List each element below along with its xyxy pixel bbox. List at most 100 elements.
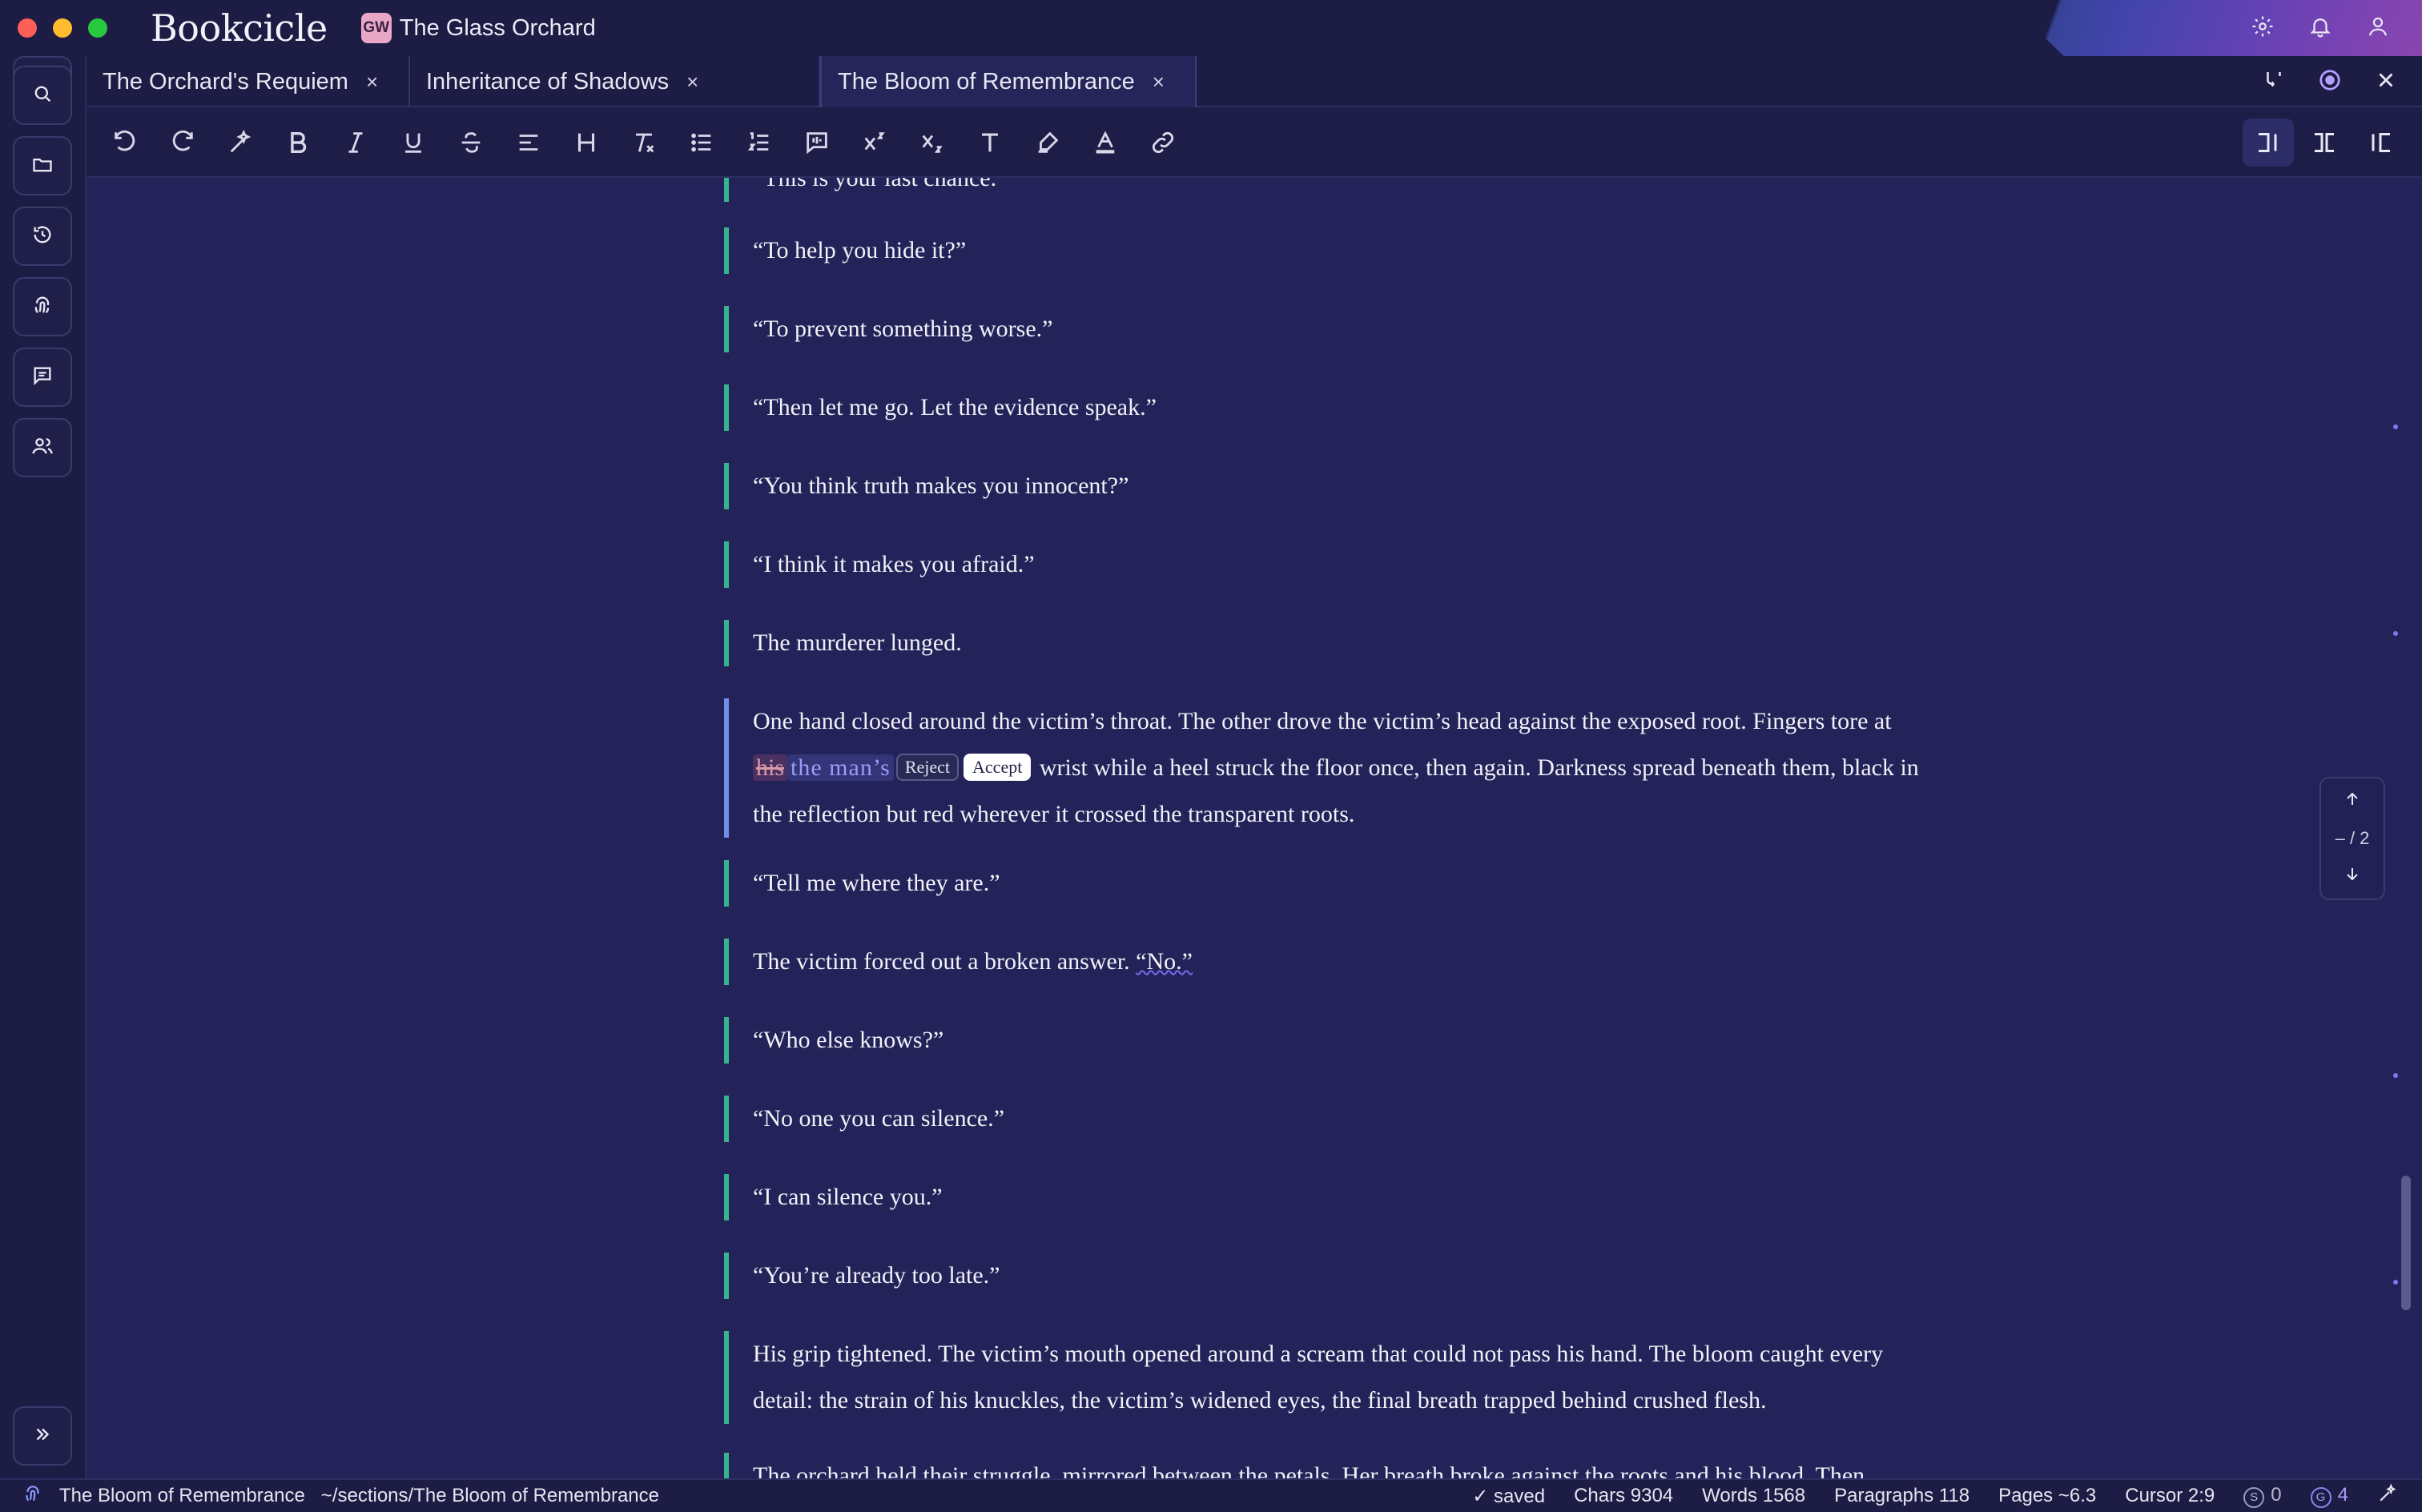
paragraph[interactable]: “I think it makes you afraid.” [724,541,1925,588]
char-count: Chars 9304 [1574,1485,1674,1506]
history-icon [31,223,54,250]
tab-label: Inheritance of Shadows [426,68,670,94]
user-icon[interactable] [2366,14,2390,42]
comment-add-icon[interactable] [799,125,835,160]
strikethrough-icon[interactable] [453,125,489,160]
italic-icon[interactable] [338,125,373,160]
title-actions [2251,0,2390,56]
suggestion-count: – / 2 [2335,828,2370,848]
focus-target-icon[interactable] [2318,68,2342,96]
project-title[interactable]: The Glass Orchard [400,15,596,42]
subscript-icon[interactable] [915,125,950,160]
accept-suggestion-button[interactable]: Accept [964,754,1032,782]
tab-label: The Orchard's Requiem [103,68,348,94]
suggestion-inserted-text: the man’s [787,754,894,781]
superscript-icon[interactable] [857,125,892,160]
formatting-toolbar [86,107,2422,178]
redo-icon[interactable] [165,125,200,160]
undo-icon[interactable] [107,125,143,160]
status-document-path: ~/sections/The Bloom of Remembrance [320,1485,659,1506]
heading-icon[interactable] [569,125,604,160]
bullet-list-icon[interactable] [684,125,719,160]
magic-wand-icon[interactable] [223,125,258,160]
paragraph[interactable]: The victim forced out a broken answer. “… [724,939,1925,985]
paragraph[interactable]: “No one you can silence.” [724,1096,1925,1142]
split-icon[interactable] [2262,68,2286,96]
paragraph[interactable]: His grip tightened. The victim’s mouth o… [724,1331,1925,1424]
numbered-list-icon[interactable] [742,125,777,160]
tab-bar: The Orchard's Requiem × Inheritance of S… [86,56,2422,107]
save-status: ✓ saved [1472,1485,1546,1507]
highlighter-icon[interactable] [1030,125,1065,160]
align-icon[interactable] [511,125,546,160]
search-icon [31,82,54,109]
flagged-text[interactable]: “No.” [1136,948,1193,975]
spelling-badge: S [2243,1486,2265,1508]
paragraph[interactable]: The orchard held their struggle, mirrore… [724,1453,1925,1478]
layout-split-icon[interactable] [2299,119,2350,167]
rail-files-button[interactable] [13,136,72,195]
tab-orchards-requiem[interactable]: The Orchard's Requiem × [86,56,410,107]
close-pane-icon[interactable] [2374,68,2398,96]
grammar-count[interactable]: G4 [2310,1484,2348,1508]
paragraph[interactable]: “To help you hide it?” [724,227,1925,274]
scroll-marker [2393,631,2398,636]
paragraph[interactable]: “Who else knows?” [724,1017,1925,1064]
status-bar: The Bloom of Remembrance ~/sections/The … [0,1478,2422,1512]
spelling-count[interactable]: S0 [2243,1484,2282,1508]
clear-format-icon[interactable] [626,125,662,160]
word-count: Words 1568 [1702,1485,1806,1506]
text-color-icon[interactable] [1088,125,1123,160]
page-count: Pages ~6.3 [1998,1485,2097,1506]
scroll-marker [2393,1280,2398,1285]
cursor-position: Cursor 2:9 [2125,1485,2215,1506]
rail-history-button[interactable] [13,207,72,266]
paragraph[interactable]: “You’re already too late.” [724,1253,1925,1299]
arrow-up-icon[interactable] [2343,790,2362,813]
close-icon[interactable]: × [366,70,378,94]
link-icon[interactable] [1145,125,1181,160]
close-icon[interactable]: × [1153,70,1165,94]
project-badge[interactable]: GW [360,13,392,43]
rail-fingerprint-button[interactable] [13,277,72,336]
reject-suggestion-button[interactable]: Reject [895,754,960,782]
fingerprint-icon [31,294,54,320]
close-window-button[interactable] [18,18,37,38]
paragraph[interactable]: The murderer lunged. [724,620,1925,666]
paragraph[interactable]: “Then let me go. Let the evidence speak.… [724,384,1925,431]
fingerprint-icon [22,1483,43,1510]
arrow-down-icon[interactable] [2343,864,2362,887]
rail-collaborators-button[interactable] [13,418,72,477]
settings-icon[interactable] [2251,14,2275,42]
status-document-name: The Bloom of Remembrance [59,1485,305,1506]
layout-right-panel-icon[interactable] [2355,119,2406,167]
paragraph-count: Paragraphs 118 [1834,1485,1970,1506]
close-icon[interactable]: × [686,70,698,94]
grammar-badge: G [2310,1486,2331,1508]
sparkle-settings-icon[interactable] [2377,1482,2398,1510]
zoom-window-button[interactable] [88,18,107,38]
scroll-marker [2393,424,2398,429]
scrollbar-thumb[interactable] [2401,1176,2411,1310]
tab-inheritance-of-shadows[interactable]: Inheritance of Shadows × [410,56,820,107]
tab-bloom-of-remembrance[interactable]: The Bloom of Remembrance × [820,56,1197,107]
bell-icon[interactable] [2308,14,2332,42]
text-size-icon[interactable] [972,125,1008,160]
tab-actions [2262,56,2398,107]
paragraph[interactable]: “To prevent something worse.” [724,306,1925,352]
paragraph[interactable]: “Tell me where they are.” [724,860,1925,907]
minimize-window-button[interactable] [53,18,72,38]
bold-icon[interactable] [280,125,316,160]
suggestion-navigator: – / 2 [2319,777,2385,900]
window-controls [18,18,107,38]
paragraph[interactable]: “I can silence you.” [724,1174,1925,1220]
paragraph[interactable]: “You think truth makes you innocent?” [724,463,1925,509]
rail-search-button[interactable] [13,66,72,125]
rail-comments-button[interactable] [13,348,72,407]
paragraph[interactable]: “This is your last chance.” [724,178,1925,202]
expand-rail-button[interactable] [13,1406,72,1466]
layout-left-panel-icon[interactable] [2243,119,2294,167]
editor-canvas[interactable]: “This is your last chance.” “To help you… [86,178,2422,1478]
paragraph-with-suggestion[interactable]: One hand closed around the victim’s thro… [724,698,1925,838]
underline-icon[interactable] [396,125,431,160]
